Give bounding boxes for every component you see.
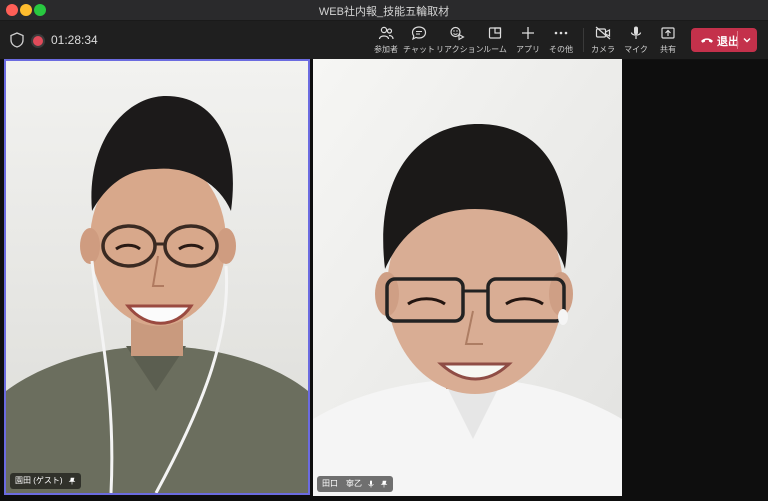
participant-name-label: 園田 (ゲスト) — [10, 473, 81, 489]
leave-button[interactable]: 退出 — [691, 28, 757, 52]
leave-label: 退出 — [717, 36, 739, 48]
hangup-icon — [701, 38, 713, 43]
reaction-icon — [450, 26, 465, 41]
participant-name: 園田 (ゲスト) — [15, 476, 63, 485]
pin-icon — [68, 477, 76, 485]
participant-video-tile[interactable]: 園田 (ゲスト) — [4, 59, 310, 495]
more-icon — [554, 31, 568, 35]
chat-icon — [411, 26, 427, 41]
people-icon — [378, 26, 394, 40]
participant-name: 田口 寧乙 — [322, 479, 362, 488]
recording-indicator-icon — [31, 34, 45, 48]
share-button[interactable]: 共有 — [647, 25, 689, 55]
camera-icon — [595, 26, 611, 40]
share-icon — [661, 27, 675, 39]
reaction-button[interactable]: リアクション — [436, 25, 484, 55]
mic-icon — [368, 480, 374, 488]
chevron-down-icon[interactable] — [742, 35, 752, 45]
participant-video — [313, 59, 622, 496]
chat-button[interactable]: チャット — [398, 25, 440, 55]
more-label: その他 — [549, 45, 573, 54]
meeting-toolbar: 01:28:34 参加者 チャット リアクション ルーム アプリ その他 カメラ… — [0, 21, 768, 60]
leave-divider — [737, 31, 738, 49]
room-icon — [488, 27, 502, 39]
plus-icon — [522, 27, 534, 39]
window-title: WEB社内報_技能五輪取材 — [318, 6, 450, 18]
meeting-timer: 01:28:34 — [51, 33, 98, 47]
chat-label: チャット — [403, 45, 435, 54]
pin-icon — [381, 480, 388, 488]
shield-icon[interactable] — [10, 32, 24, 48]
participant-video-tile[interactable]: 田口 寧乙 — [313, 59, 622, 496]
more-button[interactable]: その他 — [540, 25, 582, 55]
participant-video — [6, 61, 308, 493]
share-label: 共有 — [660, 45, 676, 54]
window-titlebar: WEB社内報_技能五輪取材 — [0, 0, 768, 21]
reaction-label: リアクション — [436, 45, 484, 54]
mic-icon — [630, 26, 642, 39]
participant-name-label: 田口 寧乙 — [317, 476, 394, 492]
